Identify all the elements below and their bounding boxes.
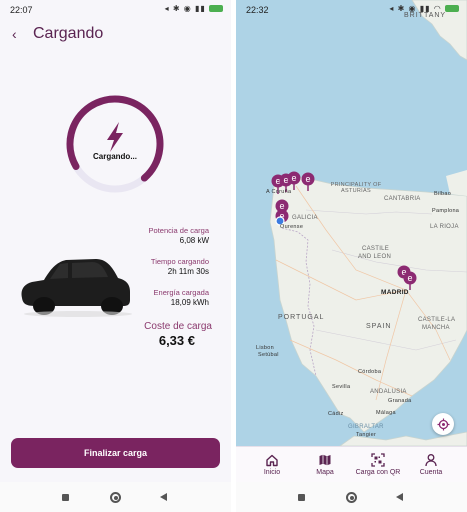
svg-text:e: e (305, 174, 310, 184)
map-label: MADRID (381, 289, 409, 296)
tab-mapa[interactable]: Mapa (297, 453, 353, 476)
map-label: PORTUGAL (278, 314, 325, 321)
cost-value: 6,33 € (158, 333, 195, 348)
svg-text:e: e (407, 273, 412, 283)
home-nav-icon[interactable] (346, 492, 357, 503)
cost-label: Coste de carga (144, 321, 212, 332)
map-label: Ourense (280, 224, 304, 230)
map-label: Pamplona (432, 208, 460, 214)
charging-screen: 22:07 ◂ ✱ ◉ ▮▮ ‹ Cargando Cargando... Po… (0, 0, 231, 512)
status-icons: ◂ ✱ ◉ ▮▮ (165, 4, 223, 13)
map-label: CANTABRIA (384, 196, 421, 202)
map-screen: e e e e e e e e BRITTANY A Coruña GALICI… (236, 0, 467, 512)
map-label: Sevilla (332, 384, 351, 390)
recents-icon[interactable] (62, 494, 69, 501)
map-label: MANCHA (422, 325, 450, 331)
stat-power: Potencia de carga 6,08 kW (148, 226, 209, 245)
page-title: Cargando (33, 25, 104, 42)
crosshair-icon (437, 418, 449, 430)
lightning-icon (107, 122, 123, 152)
map-label: Málaga (376, 410, 396, 416)
tab-carga-qr[interactable]: Carga con QR (350, 453, 406, 476)
qr-icon (371, 453, 385, 467)
map-label: A Coruña (266, 189, 292, 195)
recents-icon[interactable] (298, 494, 305, 501)
map-label: Bilbao (434, 191, 452, 197)
map-label: Setúbal (258, 352, 279, 358)
map-label: GIBRALTAR (348, 424, 384, 430)
status-time: 22:07 (10, 5, 33, 15)
battery-icon (209, 5, 223, 13)
battery-icon (445, 5, 459, 13)
map-label: ANDALUSIA (370, 389, 407, 395)
user-icon (425, 454, 437, 467)
map-label: Cádiz (328, 411, 344, 417)
finish-charge-button[interactable]: Finalizar carga (11, 438, 220, 468)
map-label: Lisbon (256, 345, 275, 351)
tab-cuenta[interactable]: Cuenta (403, 453, 459, 476)
tab-inicio[interactable]: Inicio (244, 453, 300, 476)
status-bar: 22:32 ◂ ✱ ◉ ▮▮ ◠ (236, 0, 467, 18)
map-label: PRINCIPALITY OF ASTURIAS (330, 182, 382, 194)
bottom-tab-bar: Inicio Mapa Carga con QR Cuenta (236, 446, 467, 486)
charging-stats: Potencia de carga 6,08 kW Tiempo cargand… (149, 226, 209, 319)
map-label: CASTILE (362, 246, 390, 252)
gauge-status-label: Cargando... (92, 152, 137, 161)
status-bar: 22:07 ◂ ✱ ◉ ▮▮ (0, 0, 231, 18)
map-icon (319, 454, 331, 466)
system-nav-bar (236, 482, 467, 512)
map-view[interactable]: e e e e e e e e (236, 0, 467, 446)
map-label: Tangier (356, 432, 377, 438)
stat-energy: Energía cargada 18,09 kWh (153, 288, 209, 307)
stat-time: Tiempo cargando 2h 11m 30s (150, 257, 209, 276)
map-label: AND LEON (358, 254, 392, 260)
status-icons: ◂ ✱ ◉ ▮▮ ◠ (389, 4, 459, 13)
home-icon (266, 454, 278, 467)
map-label: GALICIA (292, 215, 318, 221)
svg-text:e: e (291, 173, 296, 183)
back-arrow-icon[interactable]: ‹ (12, 26, 17, 42)
back-nav-icon[interactable] (396, 493, 403, 501)
back-nav-icon[interactable] (160, 493, 167, 501)
car-silhouette-icon (21, 259, 132, 317)
map-label: CASTILE-LA (418, 317, 456, 323)
locate-me-button[interactable] (432, 413, 454, 435)
charging-gauge (66, 95, 164, 193)
home-nav-icon[interactable] (110, 492, 121, 503)
system-nav-bar (0, 482, 231, 512)
status-time: 22:32 (246, 5, 269, 15)
map-label: LA RIOJA (430, 224, 459, 230)
map-label: Córdoba (358, 369, 382, 375)
map-label: Granada (388, 398, 412, 404)
map-label: SPAIN (366, 323, 392, 330)
